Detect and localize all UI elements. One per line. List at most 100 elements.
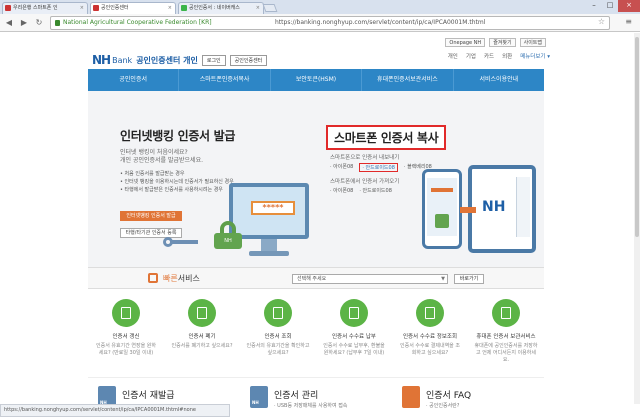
close-window-icon[interactable]: × xyxy=(618,0,640,12)
quick-label-prefix: 빠른 xyxy=(163,274,178,283)
import-links: · 아이폰08 · 안드로이드08 xyxy=(330,187,392,194)
subnav-more[interactable]: 메뉴더보기 ▾ xyxy=(520,52,550,60)
service-name: 인증서 수수료 납부 xyxy=(332,334,376,340)
subnav-fx[interactable]: 외환 xyxy=(502,52,512,60)
search-doc-icon xyxy=(416,299,444,327)
service-fee-lookup[interactable]: 인증서 수수료 정보조회 인증서 수수료 결제내역을 조회하고 싶으세요? xyxy=(392,291,468,373)
ev-certificate-label[interactable]: National Agricultural Cooperative Federa… xyxy=(54,18,212,28)
status-bar: https://banking.nonghyup.com/servlet/con… xyxy=(0,404,230,417)
onepage-button[interactable]: Onepage NH xyxy=(445,38,486,47)
service-desc: 휴대폰에 공인인증서를 저장하고 언제 어디서든지 이용하세요. xyxy=(474,343,538,363)
login-button[interactable]: 로그인 xyxy=(201,54,226,66)
gnb-item-hsm[interactable]: 보안토큰(HSM) xyxy=(271,69,363,91)
faq-section[interactable]: 인증서 FAQ · 공인인증서란? xyxy=(392,378,544,417)
import-android-link[interactable]: · 안드로이드08 xyxy=(359,187,392,194)
scrollbar-thumb[interactable] xyxy=(635,37,639,237)
issue-description: 인터넷 뱅킹이 처음이세요? 개인 공인인증서를 발급받으세요. xyxy=(120,149,290,165)
gnb-item-smartphone-copy[interactable]: 스마트폰인증서복사 xyxy=(179,69,271,91)
certificate-icon xyxy=(264,299,292,327)
service-fee-payment[interactable]: 인증서 수수료 납부인증서 수수료 납부후, 환불을 원하세요? (납부후 7일… xyxy=(316,291,392,373)
favicon-icon xyxy=(93,5,99,11)
bottom-sub: · USB등 저장매체를 사용하여 접속 xyxy=(274,403,348,409)
subnav-personal[interactable]: 개인 xyxy=(448,52,458,60)
service-name: 인증서 폐기 xyxy=(188,334,216,340)
hero-section: 인터넷뱅킹 인증서 발급 인터넷 뱅킹이 처음이세요? 개인 공인인증서를 발급… xyxy=(88,91,544,267)
new-tab-button[interactable] xyxy=(262,4,278,12)
quick-label-suffix: 서비스 xyxy=(177,274,200,283)
quick-go-button[interactable]: 바로가기 xyxy=(454,274,484,284)
subnav-business[interactable]: 기업 xyxy=(466,52,476,60)
export-iphone-link[interactable]: · 아이폰08 xyxy=(330,163,353,172)
service-name: 휴대폰 인증서 보관서비스 xyxy=(476,334,536,340)
lock-label: NH xyxy=(214,233,242,249)
back-icon[interactable]: ◀ xyxy=(3,17,15,29)
close-tab-icon[interactable]: × xyxy=(168,3,172,13)
phone-icon xyxy=(492,299,520,327)
service-name: 인증서 수수료 정보조회 xyxy=(402,334,458,340)
export-android-link[interactable]: · 안드로이드08 xyxy=(359,163,398,172)
money-icon xyxy=(340,299,368,327)
url-text[interactable]: https://banking.nonghyup.com/servlet/con… xyxy=(275,18,485,28)
tab-naver[interactable]: 공인인증서 : 네이버캐스 × xyxy=(178,2,264,14)
service-renew[interactable]: 인증서 갱신 인증서 유효기간 연장을 원하세요? (만료일 30일 이내) xyxy=(88,291,164,373)
smartphone-illustration xyxy=(422,169,462,249)
trash-icon xyxy=(188,299,216,327)
issue-desc-line2: 개인 공인인증서를 발급받으세요. xyxy=(120,157,204,164)
tab-cert-center[interactable]: 공인인증센터 × xyxy=(90,2,176,14)
favorites-button[interactable]: 즐겨찾기 xyxy=(489,38,516,47)
favicon-icon xyxy=(5,5,11,11)
service-desc: 인증서 수수료 납부후, 환불을 원하세요? (납부후 7일 이내) xyxy=(323,343,385,356)
browser-tabbar: 우리은행 스마트폰 인 × 공인인증센터 × 공인인증서 : 네이버캐스 × – □ … xyxy=(0,0,640,14)
close-tab-icon[interactable]: × xyxy=(80,3,84,13)
tab-label: 공인인증센터 xyxy=(101,5,129,11)
sub-nav: 개인 기업 카드 외환 메뉴더보기 ▾ xyxy=(448,52,550,60)
page-scrollbar[interactable] xyxy=(634,33,640,404)
calendar-icon xyxy=(112,299,140,327)
maximize-icon[interactable]: □ xyxy=(602,0,618,12)
bottom-title: 인증서 FAQ xyxy=(426,391,472,401)
lock-icon: NH xyxy=(214,221,242,249)
tablet-illustration: NH xyxy=(468,165,536,253)
nh-card-icon: NH xyxy=(250,386,268,408)
minimize-icon[interactable]: – xyxy=(586,0,602,12)
reload-icon[interactable]: ↻ xyxy=(33,17,45,29)
import-iphone-link[interactable]: · 아이폰08 xyxy=(330,187,353,194)
service-desc: 인증서의 유효기간을 확인하고 싶으세요? xyxy=(246,343,310,356)
tab-label: 공인인증서 : 네이버캐스 xyxy=(189,5,240,11)
service-phone-storage[interactable]: 휴대폰 인증서 보관서비스휴대폰에 공인인증서를 저장하고 언제 어디서든지 이… xyxy=(468,291,544,373)
tab-woori[interactable]: 우리은행 스마트폰 인 × xyxy=(2,2,88,14)
forward-icon[interactable]: ▶ xyxy=(18,17,30,29)
document-graphic xyxy=(516,177,530,237)
page-content: Onepage NH 즐겨찾기 사이트맵 개인 기업 카드 외환 메뉴더보기 ▾… xyxy=(0,33,640,417)
main-navigation: 공인인증서 스마트폰인증서복사 보안토큰(HSM) 휴대폰인증서보관서비스 서비… xyxy=(88,69,544,91)
bottom-icon-label: NH xyxy=(252,400,259,405)
issue-desc-line1: 인터넷 뱅킹이 처음이세요? xyxy=(120,149,188,156)
bullet-item: • 인터넷 뱅킹을 이용하시는데 인증서가 필요하신 경우 xyxy=(120,179,234,185)
site-logo[interactable]: NH Bank 공인인증센터 개인 로그인 공인인증센터 xyxy=(92,53,268,67)
window-controls: – □ × xyxy=(586,0,640,12)
logo-title: 공인인증센터 개인 xyxy=(136,55,198,65)
cert-center-button[interactable]: 공인인증센터 xyxy=(229,54,268,66)
import-title: 스마트폰에서 인증서 가져오기 xyxy=(330,179,400,185)
bottom-title: 인증서 재발급 xyxy=(122,391,175,401)
favicon-icon xyxy=(181,5,187,11)
bookmark-star-icon[interactable]: ☆ xyxy=(598,17,605,26)
quick-service-select[interactable]: 선택해 주세요 xyxy=(292,274,448,284)
service-lookup[interactable]: 인증서 조회 인증서의 유효기간을 확인하고 싶으세요? xyxy=(240,291,316,373)
address-bar[interactable]: National Agricultural Cooperative Federa… xyxy=(50,16,610,30)
gnb-item-guide[interactable]: 서비스이용안내 xyxy=(454,69,544,91)
subnav-card[interactable]: 카드 xyxy=(484,52,494,60)
key-icon xyxy=(163,237,199,247)
monitor-base xyxy=(249,251,289,256)
bottom-sub: · 공인인증서란? xyxy=(426,403,460,409)
chrome-menu-icon[interactable]: ≡ xyxy=(625,17,632,26)
gnb-item-certificate[interactable]: 공인인증서 xyxy=(88,69,180,91)
gnb-item-phone-storage[interactable]: 휴대폰인증서보관서비스 xyxy=(362,69,454,91)
issue-cert-button[interactable]: 인터넷뱅킹 인증서 발급 xyxy=(120,211,182,221)
service-revoke[interactable]: 인증서 폐기 인증서를 폐기하고 싶으세요? xyxy=(164,291,240,373)
service-list: 인증서 갱신 인증서 유효기간 연장을 원하세요? (만료일 30일 이내) 인증… xyxy=(88,291,544,373)
export-links: · 아이폰08 · 안드로이드08 · 블랙베리08 xyxy=(330,163,432,172)
sitemap-button[interactable]: 사이트맵 xyxy=(519,38,546,47)
manage-section[interactable]: NH 인증서 관리 · USB등 저장매체를 사용하여 접속 xyxy=(240,378,392,417)
close-tab-icon[interactable]: × xyxy=(256,3,260,13)
